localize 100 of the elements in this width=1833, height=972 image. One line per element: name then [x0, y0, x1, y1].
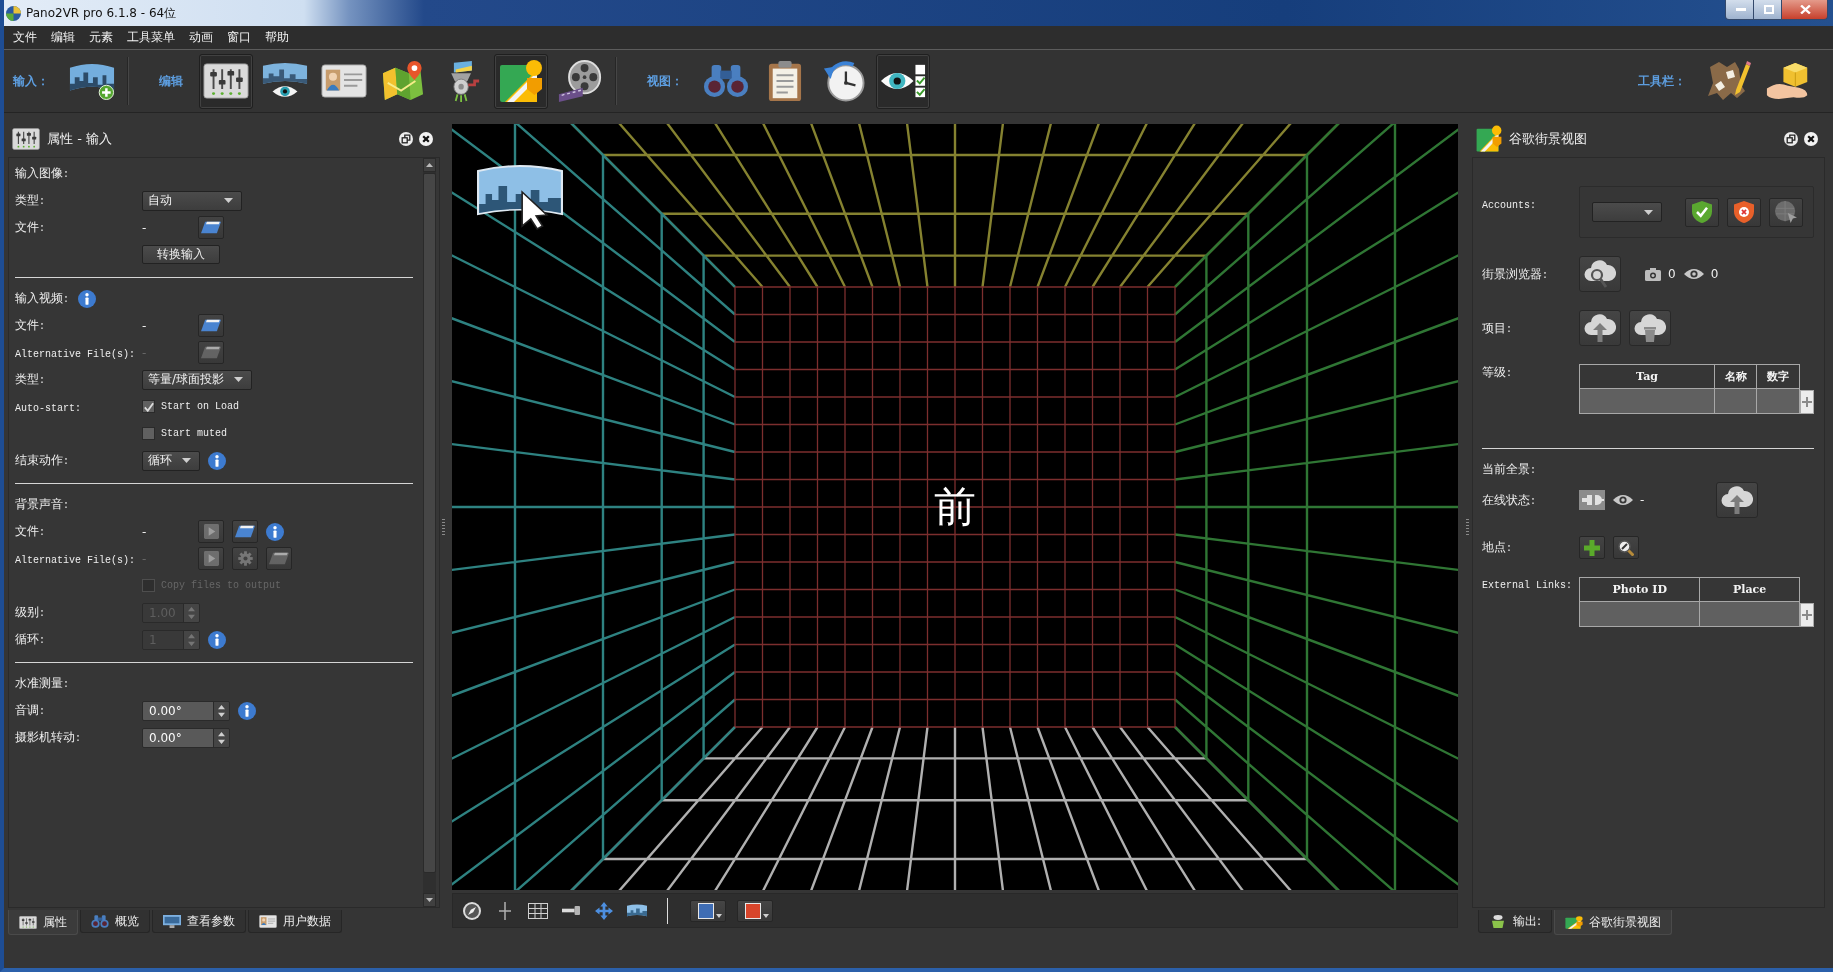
magnifier-button[interactable]	[1613, 536, 1639, 559]
push-button[interactable]: 转换输入	[142, 245, 220, 264]
add-row-button[interactable]	[1800, 603, 1814, 627]
toolbar-label: 工具栏：	[1638, 72, 1686, 90]
maximize-button[interactable]	[1754, 0, 1782, 20]
counter-value: 0	[1710, 267, 1719, 281]
shield-x-button[interactable]	[1727, 197, 1761, 227]
play-icon	[203, 524, 219, 539]
section-title: 当前全景:	[1482, 460, 1536, 478]
map-person-icon	[499, 59, 543, 103]
magnifier-icon	[1618, 539, 1634, 556]
caret-icon	[763, 913, 769, 918]
cloud-upload-icon	[1721, 486, 1754, 514]
spin-box[interactable]: 0.00°	[142, 700, 230, 721]
scroll-down-button[interactable]	[423, 893, 436, 907]
tab[interactable]: 谷歌街景视图	[1554, 910, 1673, 935]
splitter-handle[interactable]	[442, 519, 445, 536]
arrow-up-icon	[426, 163, 433, 167]
tool-button[interactable]	[876, 53, 930, 109]
tool-button[interactable]	[199, 53, 253, 109]
checkbox[interactable]	[142, 427, 155, 440]
restore-icon	[1784, 131, 1798, 146]
add-row-button[interactable]	[1800, 390, 1814, 414]
minimize-button[interactable]	[1725, 0, 1754, 20]
caret-icon	[716, 913, 722, 918]
shield-check-button[interactable]	[1685, 197, 1719, 227]
close-button[interactable]	[419, 131, 433, 146]
dropdown[interactable]: 等量/球面投影	[142, 369, 253, 390]
clipboard-icon	[768, 60, 802, 102]
field-label: 类型:	[15, 371, 45, 388]
id-card-icon	[321, 64, 367, 98]
field-label: 文件:	[15, 523, 45, 540]
monitor-icon	[163, 914, 181, 928]
menu-item[interactable]: 元素	[82, 27, 120, 48]
panorama-viewport[interactable]: 前	[452, 124, 1458, 890]
panorama-plus-icon	[69, 62, 115, 100]
plus-button[interactable]	[1579, 536, 1605, 559]
splitter-handle[interactable]	[1466, 519, 1469, 536]
figurine-icon	[1489, 914, 1507, 928]
toolbar-label: 输入：	[13, 72, 49, 90]
play-icon	[203, 551, 219, 566]
tab[interactable]: 输出:	[1478, 910, 1553, 933]
color-button[interactable]	[737, 899, 773, 922]
menu-item[interactable]: 窗口	[220, 27, 258, 48]
menu-item[interactable]: 帮助	[258, 27, 296, 48]
menu-item[interactable]: 文件	[6, 27, 44, 48]
panel-title: 谷歌街景视图	[1509, 129, 1587, 148]
field-label: 街景浏览器:	[1482, 265, 1548, 283]
section-title: 输入图像:	[15, 165, 69, 182]
color-button[interactable]	[690, 899, 726, 922]
folder-button[interactable]	[198, 314, 224, 337]
menu-item[interactable]: 工具菜单	[120, 27, 182, 48]
camera-icon	[1645, 267, 1661, 281]
info-icon	[208, 630, 226, 649]
cloud-upload-button[interactable]	[1579, 310, 1621, 346]
scrollbar-thumb[interactable]	[423, 173, 436, 873]
cloud-trash-icon	[1634, 314, 1666, 342]
folder-button[interactable]	[198, 216, 224, 239]
checkbox-label: Start muted	[161, 428, 227, 439]
tool-button[interactable]	[494, 53, 548, 109]
spin-box[interactable]: 0.00°	[142, 727, 230, 748]
dropdown[interactable]: 自动	[142, 190, 242, 211]
float-button[interactable]	[1784, 131, 1798, 146]
field-label: 地点:	[1482, 539, 1512, 556]
level-icon	[562, 906, 580, 915]
folder-icon	[201, 319, 221, 332]
mixer-icon	[203, 63, 249, 99]
close-button[interactable]	[1804, 131, 1818, 146]
section-title: 水准测量:	[15, 675, 69, 692]
field-label: External Links:	[1482, 579, 1572, 591]
cloud-upload-button[interactable]	[1716, 482, 1759, 518]
arrow-down-icon	[426, 898, 433, 902]
shield-x-icon	[1734, 201, 1754, 223]
cloud-search-button[interactable]	[1579, 256, 1621, 292]
scroll-up-button[interactable]	[423, 158, 436, 172]
tab[interactable]: 用户数据	[248, 910, 342, 933]
checkbox[interactable]	[142, 400, 155, 413]
menu-item[interactable]: 动画	[182, 27, 220, 48]
field-label: Accounts:	[1482, 199, 1536, 211]
plug-icon	[1579, 490, 1605, 510]
info-icon	[266, 522, 284, 541]
field-label: 循环:	[15, 631, 45, 648]
folder-button[interactable]	[232, 520, 258, 543]
tab[interactable]: 概览	[80, 910, 150, 933]
caret-icon	[234, 377, 244, 382]
folder-icon	[269, 552, 289, 565]
dropdown[interactable]: 循环	[142, 450, 200, 471]
close-icon	[1800, 5, 1811, 14]
film-reel-icon	[558, 60, 602, 102]
tab[interactable]: 属性	[8, 910, 78, 935]
close-button[interactable]	[1782, 0, 1828, 20]
tab[interactable]: 查看参数	[152, 910, 246, 933]
map-pencil-icon	[1707, 59, 1751, 103]
menu-item[interactable]: 编辑	[44, 27, 82, 48]
file-value: -	[142, 524, 147, 539]
grid-icon	[528, 902, 548, 919]
float-button[interactable]	[399, 131, 413, 146]
field-label: 摄影机转动:	[15, 729, 81, 746]
section-title: 背景声音:	[15, 496, 69, 513]
cloud-trash-button[interactable]	[1629, 310, 1671, 346]
